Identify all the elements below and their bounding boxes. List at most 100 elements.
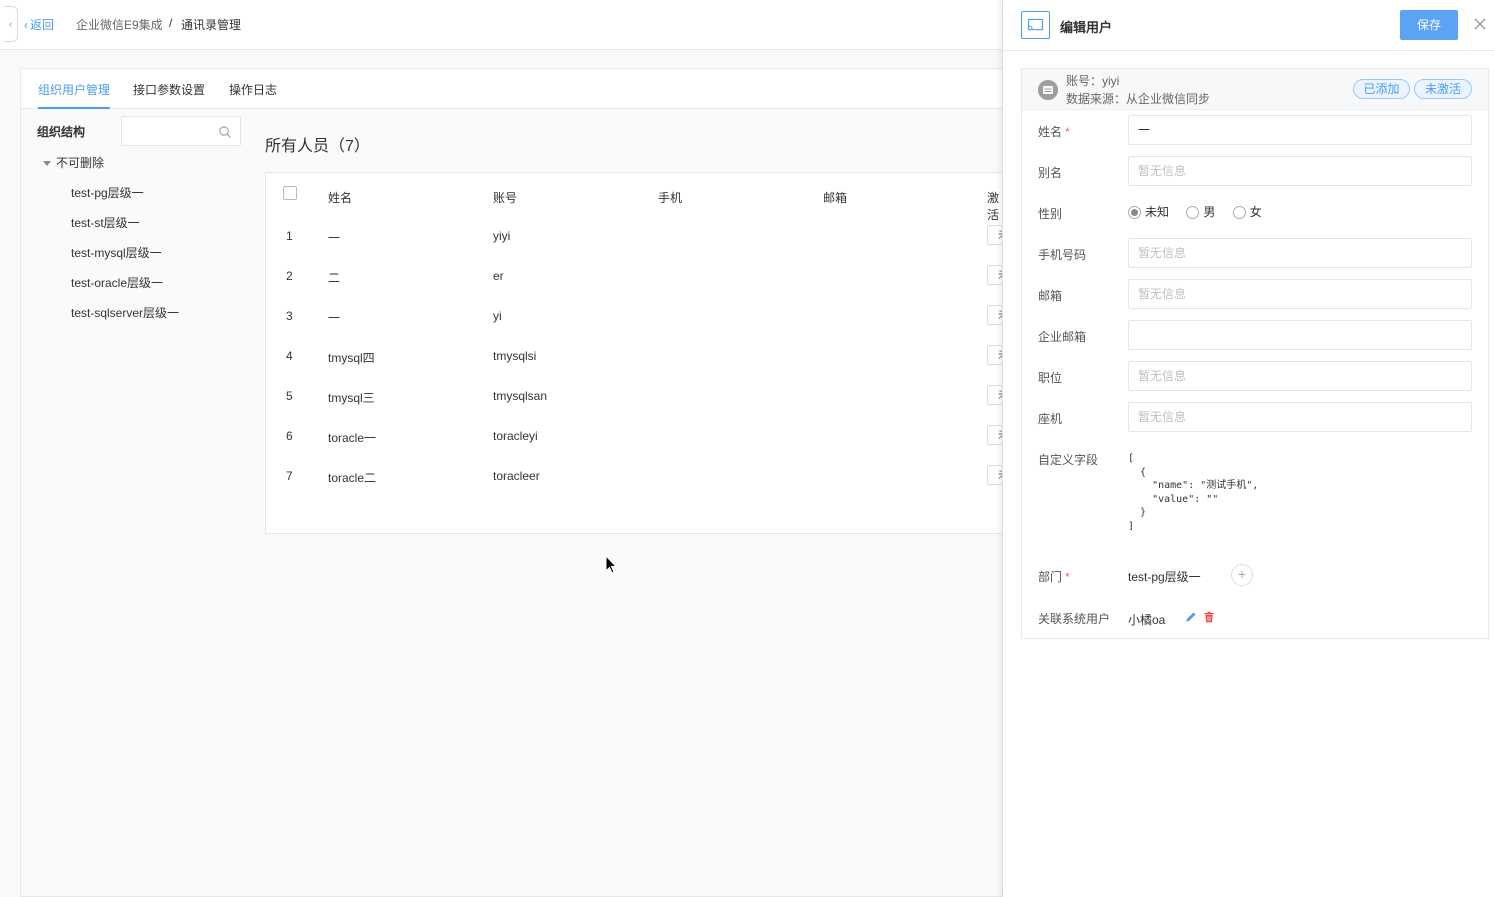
row-number: 4 <box>286 349 293 363</box>
column-header-mobile: 手机 <box>658 191 683 205</box>
dept-value: test-pg层级一 <box>1128 570 1201 584</box>
row-name: 一 <box>328 311 341 325</box>
row-account: er <box>493 269 504 283</box>
tree-root-node[interactable]: 不可删除 <box>43 154 104 171</box>
telephone-input[interactable]: 暂无信息 <box>1128 402 1472 432</box>
custom-field-json[interactable]: [ { "name": "测试手机", "value": "" } ] <box>1128 452 1258 533</box>
wecom-avatar-icon <box>1038 80 1058 100</box>
radio-unchecked[interactable] <box>1232 206 1246 220</box>
position-input[interactable]: 暂无信息 <box>1128 361 1472 391</box>
drawer-header: 编辑用户 保存 <box>1003 0 1494 51</box>
column-header-name: 姓名 <box>328 191 353 205</box>
alias-label: 别名 <box>1038 166 1063 180</box>
row-number: 2 <box>286 269 293 283</box>
select-all-checkbox[interactable] <box>283 186 297 200</box>
email-input[interactable]: 暂无信息 <box>1128 279 1472 309</box>
back-link[interactable]: ‹ 返回 <box>24 16 54 33</box>
table-row[interactable]: 6 toracle一 toracleyi 未 <box>266 417 1010 457</box>
tree-item[interactable]: test-oracle层级一 <box>71 274 163 291</box>
required-mark: * <box>1065 125 1070 139</box>
row-name: tmysql四 <box>328 351 375 365</box>
tab-operation-log[interactable]: 操作日志 <box>229 81 277 98</box>
search-icon[interactable] <box>218 125 232 139</box>
row-number: 1 <box>286 229 293 243</box>
radio-checked[interactable] <box>1128 206 1141 220</box>
mobile-label: 手机号码 <box>1038 248 1087 262</box>
column-header-account: 账号 <box>493 191 518 205</box>
add-dept-button[interactable]: + <box>1231 564 1253 586</box>
org-search-input[interactable] <box>121 116 241 146</box>
breadcrumb-separator: / <box>169 16 173 30</box>
edit-user-drawer: 编辑用户 保存 账号：yiyi 数据来源：从企业微信同步 已添加 未激活 姓名 *… <box>1002 0 1494 897</box>
people-table: 姓名 账号 手机 邮箱 激活 1 一 yiyi 未 2 二 er 未 3 一 y… <box>265 172 1011 534</box>
row-name: toracle二 <box>328 471 377 485</box>
name-label-text: 姓名 <box>1038 125 1063 139</box>
row-account: tmysqlsan <box>493 389 548 403</box>
biz-email-input[interactable] <box>1128 320 1472 350</box>
tree-item[interactable]: test-pg层级一 <box>71 184 144 201</box>
tree-root-label[interactable]: 不可删除 <box>56 156 104 170</box>
tab-org-user-management[interactable]: 组织用户管理 <box>38 81 110 98</box>
breadcrumb-current: 通讯录管理 <box>181 18 242 32</box>
gender-option-label: 男 <box>1203 205 1216 219</box>
tree-item[interactable]: test-mysql层级一 <box>71 244 162 261</box>
tree-item[interactable]: test-st层级一 <box>71 214 140 231</box>
account-line: 账号：yiyi <box>1066 74 1120 88</box>
tree-item[interactable]: test-sqlserver层级一 <box>71 304 179 321</box>
table-row[interactable]: 3 一 yi 未 <box>266 297 1010 337</box>
telephone-label: 座机 <box>1038 412 1063 426</box>
caret-down-icon[interactable] <box>43 161 51 167</box>
table-row[interactable]: 7 toracle二 toracleer 未 <box>266 457 1010 497</box>
gender-radio-group: 未知 男 女 <box>1128 203 1276 220</box>
column-header-email: 邮箱 <box>823 191 848 205</box>
row-account: toracleyi <box>493 429 538 443</box>
table-row[interactable]: 2 二 er 未 <box>266 257 1010 297</box>
added-tag: 已添加 <box>1353 79 1410 99</box>
row-name: 一 <box>328 231 341 245</box>
tab-bar: 组织用户管理 接口参数设置 操作日志 <box>21 69 1011 109</box>
row-account: tmysqlsi <box>493 349 537 363</box>
delete-trash-icon[interactable] <box>1203 611 1215 623</box>
save-button[interactable]: 保存 <box>1400 10 1458 40</box>
row-name: tmysql三 <box>328 391 375 405</box>
data-source-line: 数据来源：从企业微信同步 <box>1066 92 1211 106</box>
mouse-cursor-icon <box>605 555 618 574</box>
name-input[interactable]: 一 <box>1128 115 1472 145</box>
name-label: 姓名 * <box>1038 123 1070 140</box>
main-panel: 组织用户管理 接口参数设置 操作日志 组织结构 不可删除 test-pg层级一 … <box>20 68 1011 897</box>
tab-api-settings[interactable]: 接口参数设置 <box>133 81 205 98</box>
all-people-title: 所有人员（7） <box>265 138 370 155</box>
plus-icon: + <box>1237 566 1247 582</box>
breadcrumb-parent[interactable]: 企业微信E9集成 <box>76 16 163 33</box>
top-bar: ‹ ‹ 返回 企业微信E9集成 / 通讯录管理 <box>0 0 1010 50</box>
gender-option-male[interactable]: 男 <box>1186 203 1215 220</box>
close-icon[interactable] <box>1473 17 1487 31</box>
dept-label-text: 部门 <box>1038 570 1063 584</box>
user-info-bar: 账号：yiyi 数据来源：从企业微信同步 已添加 未激活 <box>1022 69 1488 110</box>
edit-pencil-icon[interactable] <box>1185 611 1197 623</box>
org-structure-title: 组织结构 <box>37 125 86 139</box>
cast-icon <box>1021 11 1050 39</box>
table-row[interactable]: 4 tmysql四 tmysqlsi 未 <box>266 337 1010 377</box>
row-account: yi <box>493 309 502 323</box>
required-mark: * <box>1065 570 1070 584</box>
gender-option-female[interactable]: 女 <box>1232 203 1262 220</box>
mobile-input[interactable]: 暂无信息 <box>1128 238 1472 268</box>
linked-user-label: 关联系统用户 <box>1038 612 1111 626</box>
chevron-left-icon: ‹ <box>24 18 28 32</box>
row-number: 7 <box>286 469 293 483</box>
inactive-tag: 未激活 <box>1414 79 1472 99</box>
position-label: 职位 <box>1038 371 1063 385</box>
gender-option-unknown[interactable]: 未知 <box>1128 203 1169 220</box>
table-row[interactable]: 5 tmysql三 tmysqlsan 未 <box>266 377 1010 417</box>
radio-unchecked[interactable] <box>1186 206 1200 220</box>
linked-user-value: 小橘oa <box>1128 613 1166 627</box>
back-label[interactable]: 返回 <box>30 18 54 32</box>
collapse-sidebar-button[interactable]: ‹ <box>4 6 18 42</box>
table-row[interactable]: 1 一 yiyi 未 <box>266 217 1010 257</box>
row-account: toracleer <box>493 469 540 483</box>
gender-label: 性别 <box>1038 207 1063 221</box>
row-name: toracle一 <box>328 431 377 445</box>
alias-input[interactable]: 暂无信息 <box>1128 156 1472 186</box>
gender-option-label: 未知 <box>1145 205 1170 219</box>
